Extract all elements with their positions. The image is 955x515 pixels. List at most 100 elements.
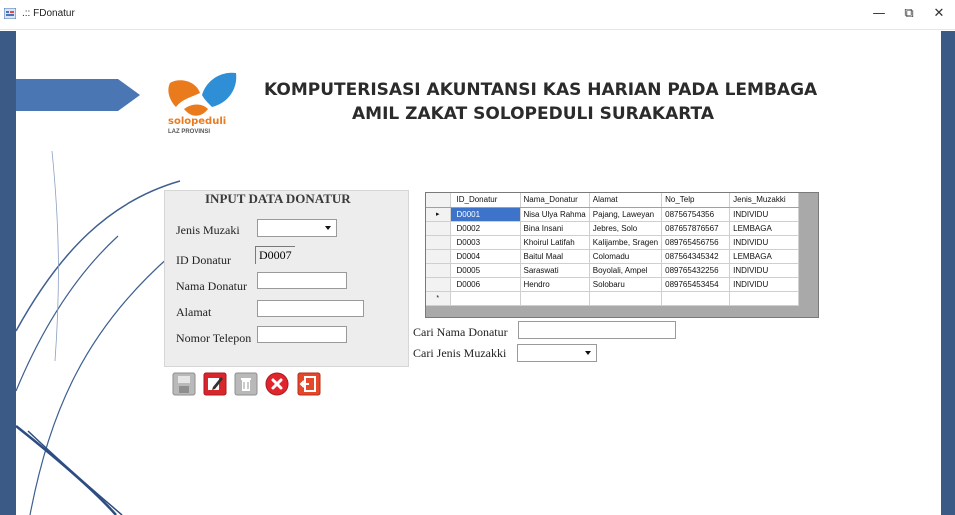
table-cell[interactable]: INDIVIDU xyxy=(729,263,800,278)
table-cell[interactable]: 087564345342 xyxy=(661,249,731,264)
chevron-down-icon[interactable] xyxy=(322,222,334,234)
window-title: .:: FDonatur xyxy=(22,8,75,19)
table-cell[interactable]: Colomadu xyxy=(589,249,663,264)
table-row[interactable]: ▸ D0001 Nisa Ulya Rahma Pajang, Laweyan 0875… xyxy=(426,207,800,222)
close-window-button[interactable]: ✕ xyxy=(924,4,954,24)
table-cell[interactable]: D0001 xyxy=(450,207,521,222)
table-cell[interactable]: D0005 xyxy=(450,263,521,278)
table-cell[interactable]: 08756754356 xyxy=(661,207,731,222)
input-donatur-panel: INPUT DATA DONATUR Jenis Muzaki ID Donat… xyxy=(164,190,409,367)
page-title-line1: KOMPUTERISASI AKUNTANSI KAS HARIAN PADA … xyxy=(264,80,818,100)
save-icon xyxy=(172,372,196,396)
table-cell[interactable] xyxy=(520,291,590,306)
cancel-button[interactable] xyxy=(265,372,289,396)
cari-jenis-muzakki-combo[interactable] xyxy=(517,344,597,362)
delete-icon xyxy=(234,372,258,396)
table-cell[interactable] xyxy=(450,291,521,306)
table-header-row: ID_Donatur Nama_Donatur Alamat No_Telp J… xyxy=(426,193,800,208)
table-cell[interactable]: Bina Insani xyxy=(520,221,590,236)
column-header[interactable]: No_Telp xyxy=(661,193,731,208)
logo-brand-text: solopeduli xyxy=(168,116,227,127)
input-panel-title: INPUT DATA DONATUR xyxy=(205,191,351,206)
exit-icon xyxy=(297,372,321,396)
row-header-corner xyxy=(426,193,451,208)
jenis-muzaki-label: Jenis Muzaki xyxy=(176,223,240,237)
table-cell[interactable]: Khoirul Latifah xyxy=(520,235,590,250)
exit-button[interactable] xyxy=(297,372,321,396)
table-row[interactable]: D0002 Bina Insani Jebres, Solo 087657876567… xyxy=(426,221,800,236)
table-cell[interactable]: Kalijambe, Sragen xyxy=(589,235,663,250)
id-donatur-field: D0007 xyxy=(255,246,295,264)
maximize-button[interactable]: ⧉ xyxy=(894,4,924,24)
form-client-area: solopeduli LAZ PROVINSI KOMPUTERISASI AK… xyxy=(0,31,955,515)
table-row[interactable]: D0006 Hendro Solobaru 089765453454 INDIVIDU xyxy=(426,277,800,292)
nomor-telepon-input[interactable] xyxy=(257,326,347,343)
table-cell[interactable]: LEMBAGA xyxy=(729,249,800,264)
table-cell[interactable]: Boyolali, Ampel xyxy=(589,263,663,278)
nama-donatur-input[interactable] xyxy=(257,272,347,289)
row-header[interactable] xyxy=(426,221,451,236)
minimize-button[interactable]: — xyxy=(864,4,894,24)
table-cell[interactable]: 089765453454 xyxy=(661,277,731,292)
table-cell[interactable]: INDIVIDU xyxy=(729,207,800,222)
table-row[interactable]: D0005 Saraswati Boyolali, Ampel 08976543225… xyxy=(426,263,800,278)
jenis-muzaki-combo[interactable] xyxy=(257,219,337,237)
table-cell[interactable]: 089765456756 xyxy=(661,235,731,250)
row-header[interactable] xyxy=(426,263,451,278)
edit-icon xyxy=(203,372,227,396)
table-cell[interactable]: Jebres, Solo xyxy=(589,221,663,236)
table-cell[interactable]: Pajang, Laweyan xyxy=(589,207,663,222)
table-cell[interactable]: Baitul Maal xyxy=(520,249,590,264)
table-cell[interactable]: 089765432256 xyxy=(661,263,731,278)
cancel-icon xyxy=(265,372,289,396)
table-cell[interactable]: Solobaru xyxy=(589,277,663,292)
table-cell[interactable] xyxy=(589,291,663,306)
table-cell[interactable]: Saraswati xyxy=(520,263,590,278)
column-header[interactable]: Jenis_Muzakki xyxy=(729,193,800,208)
table-cell[interactable] xyxy=(729,291,800,306)
table-cell[interactable]: Hendro xyxy=(520,277,590,292)
save-button[interactable] xyxy=(172,372,196,396)
alamat-label: Alamat xyxy=(176,305,212,319)
new-row[interactable]: * xyxy=(426,291,800,306)
cari-nama-donatur-label: Cari Nama Donatur xyxy=(413,325,508,339)
cari-nama-donatur-input[interactable] xyxy=(518,321,676,339)
column-header[interactable]: Nama_Donatur xyxy=(520,193,590,208)
table-row[interactable]: D0003 Khoirul Latifah Kalijambe, Sragen 089… xyxy=(426,235,800,250)
donatur-data-grid[interactable]: ID_Donatur Nama_Donatur Alamat No_Telp J… xyxy=(425,192,819,318)
table-cell[interactable]: D0004 xyxy=(450,249,521,264)
edit-button[interactable] xyxy=(203,372,227,396)
jenis-muzaki-value xyxy=(258,224,261,236)
row-header[interactable] xyxy=(426,277,451,292)
id-donatur-label: ID Donatur xyxy=(176,253,231,267)
donatur-table: ID_Donatur Nama_Donatur Alamat No_Telp J… xyxy=(426,193,800,306)
column-header[interactable]: ID_Donatur xyxy=(450,193,521,208)
column-header[interactable]: Alamat xyxy=(589,193,663,208)
table-cell[interactable] xyxy=(661,291,731,306)
alamat-input[interactable] xyxy=(257,300,364,317)
table-cell[interactable]: LEMBAGA xyxy=(729,221,800,236)
row-header[interactable]: ▸ xyxy=(426,207,451,222)
logo-subtitle: LAZ PROVINSI xyxy=(168,129,211,135)
row-header[interactable]: * xyxy=(426,291,451,306)
table-cell[interactable]: D0002 xyxy=(450,221,521,236)
table-cell[interactable]: INDIVIDU xyxy=(729,277,800,292)
table-row[interactable]: D0004 Baitul Maal Colomadu 087564345342 LEMB… xyxy=(426,249,800,264)
cari-jenis-muzakki-label: Cari Jenis Muzakki xyxy=(413,346,507,360)
table-cell[interactable]: Nisa Ulya Rahma xyxy=(520,207,590,222)
app-icon xyxy=(4,8,16,19)
delete-button[interactable] xyxy=(234,372,258,396)
table-cell[interactable]: 087657876567 xyxy=(661,221,731,236)
chevron-down-icon[interactable] xyxy=(582,347,594,359)
table-cell[interactable]: D0003 xyxy=(450,235,521,250)
row-header[interactable] xyxy=(426,249,451,264)
cari-jenis-muzakki-value xyxy=(518,349,521,361)
nama-donatur-label: Nama Donatur xyxy=(176,279,247,293)
row-header[interactable] xyxy=(426,235,451,250)
page-title-line2: AMIL ZAKAT SOLOPEDULI SURAKARTA xyxy=(352,104,714,124)
nomor-telepon-label: Nomor Telepon xyxy=(176,331,252,345)
title-bar: .:: FDonatur — ⧉ ✕ xyxy=(0,0,955,30)
table-cell[interactable]: INDIVIDU xyxy=(729,235,800,250)
table-cell[interactable]: D0006 xyxy=(450,277,521,292)
solopeduli-logo xyxy=(168,72,237,116)
